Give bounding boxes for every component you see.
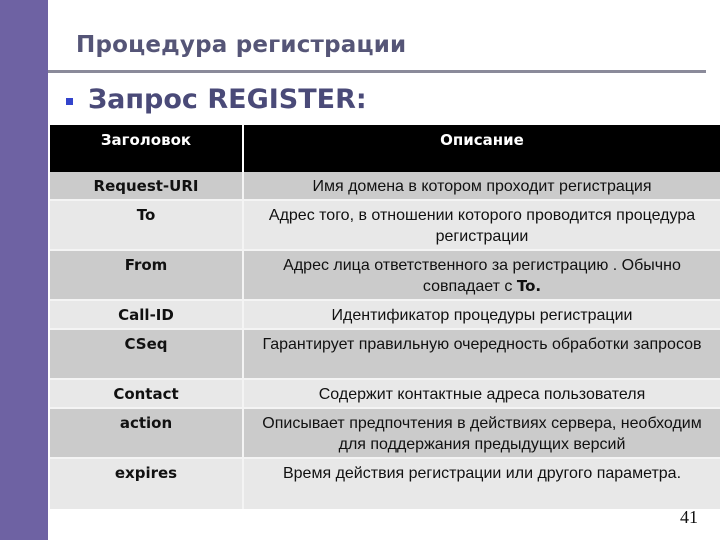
header-description-cell: Гарантирует правильную очередность обраб…: [262, 336, 702, 353]
header-description-cell: Адрес лица ответственного за регистрацию…: [244, 251, 720, 299]
header-description-cell: Имя домена в котором проходит регистраци…: [312, 178, 652, 195]
header-description-cell: Адрес того, в отношении которого проводи…: [268, 207, 696, 245]
title-divider: [48, 70, 706, 73]
header-name-cell: action: [50, 409, 244, 457]
header-description-cell: Время действия регистрации или другого п…: [282, 465, 682, 482]
description-text: Адрес лица ответственного за регистрацию…: [283, 257, 681, 295]
table-row: expires Время действия регистрации или д…: [50, 459, 720, 509]
header-name-cell: CSeq: [50, 330, 244, 378]
table-row: Request-URI Имя домена в котором проходи…: [50, 172, 720, 201]
table-row: Call-ID Идентификатор процедуры регистра…: [50, 301, 720, 330]
table-row: action Описывает предпочтения в действия…: [50, 409, 720, 459]
header-description-cell: Описывает предпочтения в действиях серве…: [262, 415, 702, 453]
page-number: 41: [680, 507, 698, 527]
table-row: From Адрес лица ответственного за регист…: [50, 251, 720, 301]
slide-title: Процедура регистрации: [76, 32, 407, 58]
register-headers-table: Заголовок Описание Request-URI Имя домен…: [50, 125, 720, 509]
table-row: To Адрес того, в отношении которого пров…: [50, 201, 720, 251]
column-header-name: Заголовок: [50, 125, 244, 172]
table-header-row: Заголовок Описание: [50, 125, 720, 172]
header-description-cell: Идентификатор процедуры регистрации: [331, 307, 633, 324]
table-row: CSeq Гарантирует правильную очередность …: [50, 330, 720, 380]
header-description-cell: Содержит контактные адреса пользователя: [318, 386, 646, 403]
description-bold-suffix: To.: [516, 277, 542, 295]
header-name-cell: Contact: [50, 380, 244, 407]
slide-subheading: Запрос REGISTER:: [88, 84, 367, 115]
header-name-cell: Request-URI: [50, 172, 244, 199]
header-name-cell: From: [50, 251, 244, 299]
slide-sidebar-band: [0, 0, 48, 540]
header-name-cell: To: [50, 201, 244, 249]
table-row: Contact Содержит контактные адреса польз…: [50, 380, 720, 409]
square-bullet-icon: [66, 98, 73, 105]
header-name-cell: Call-ID: [50, 301, 244, 328]
column-header-description: Описание: [440, 131, 524, 149]
header-name-cell: expires: [50, 459, 244, 509]
